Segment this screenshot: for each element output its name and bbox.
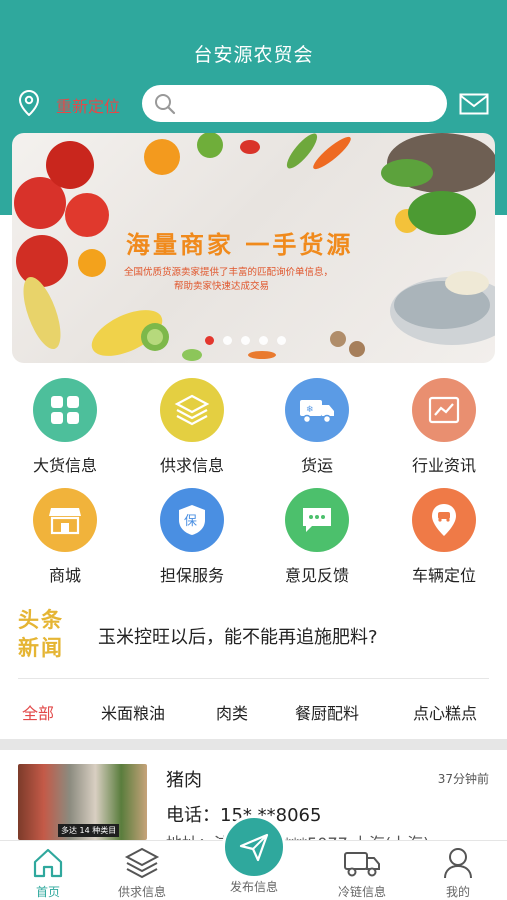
carousel-indicator bbox=[205, 336, 286, 345]
nav-supply-demand[interactable]: 供求信息 bbox=[97, 845, 187, 900]
divider bbox=[18, 678, 489, 679]
grid-item-freight[interactable]: ❄ 货运 bbox=[262, 378, 372, 476]
grid-label: 商城 bbox=[48, 566, 81, 585]
layers-icon bbox=[160, 378, 224, 442]
search-input[interactable] bbox=[142, 85, 447, 122]
grid-item-vehicle-location[interactable]: 车辆定位 bbox=[389, 488, 499, 586]
nav-cold-chain[interactable]: 冷链信息 bbox=[317, 845, 407, 900]
nav-label: 冷链信息 bbox=[337, 885, 386, 899]
shield-icon: 保 bbox=[160, 488, 224, 552]
thumbnail-caption: 多达 14 种类目 bbox=[58, 824, 120, 837]
search-icon bbox=[155, 94, 176, 115]
truck-icon bbox=[344, 852, 380, 877]
carousel-dot[interactable] bbox=[223, 336, 232, 345]
tab-meat[interactable]: 肉类 bbox=[216, 700, 248, 724]
grid-label: 车辆定位 bbox=[411, 566, 476, 585]
relocate-button[interactable]: 重新定位 bbox=[56, 93, 120, 117]
tab-pastries[interactable]: 点心糕点 bbox=[413, 700, 477, 724]
nav-label: 首页 bbox=[35, 885, 60, 899]
tab-grain-oil[interactable]: 米面粮油 bbox=[101, 700, 165, 724]
svg-text:❄: ❄ bbox=[306, 405, 314, 415]
publish-button[interactable] bbox=[222, 815, 286, 879]
headline-news-text[interactable]: 玉米控旺以后，能不能再追施肥料? bbox=[98, 623, 378, 649]
divider bbox=[0, 739, 507, 750]
layers-icon bbox=[124, 847, 160, 879]
chat-icon bbox=[285, 488, 349, 552]
news-badge-line: 新闻 bbox=[18, 636, 64, 660]
grid-item-industry-news[interactable]: 行业资讯 bbox=[389, 378, 499, 476]
listing-thumbnail: 多达 14 种类目 bbox=[18, 764, 147, 840]
send-icon bbox=[239, 833, 269, 862]
news-badge-line: 头条 bbox=[18, 608, 64, 632]
nav-label: 发布信息 bbox=[229, 880, 278, 894]
banner-headline: 海量商家 一手货源 bbox=[126, 231, 354, 259]
headline-news-badge: 头条 新闻 bbox=[18, 606, 78, 662]
carousel-dot[interactable] bbox=[277, 336, 286, 345]
grid-label: 大货信息 bbox=[32, 456, 97, 475]
nav-label: 供求信息 bbox=[117, 885, 166, 899]
grid-label: 行业资讯 bbox=[411, 456, 476, 475]
promo-banner[interactable]: 海量商家 一手货源 全国优质货源卖家提供了丰富的匹配询价单信息， 帮助卖家快速达… bbox=[12, 133, 495, 363]
car-pin-icon bbox=[412, 488, 476, 552]
grid-four-icon bbox=[33, 378, 97, 442]
grid-item-feedback[interactable]: 意见反馈 bbox=[262, 488, 372, 586]
svg-text:保: 保 bbox=[184, 514, 197, 529]
nav-home[interactable]: 首页 bbox=[3, 845, 93, 900]
home-icon bbox=[33, 848, 63, 878]
tab-all[interactable]: 全部 bbox=[22, 700, 54, 724]
carousel-dot[interactable] bbox=[241, 336, 250, 345]
grid-item-bulk-info[interactable]: 大货信息 bbox=[10, 378, 120, 476]
grid-label: 货运 bbox=[300, 456, 333, 475]
grid-label: 担保服务 bbox=[159, 566, 224, 585]
chart-icon bbox=[412, 378, 476, 442]
tab-kitchen-ingredients[interactable]: 餐厨配料 bbox=[295, 700, 359, 724]
listing-time: 37分钟前 bbox=[437, 772, 489, 786]
page-title: 台安源农贸会 bbox=[193, 44, 314, 66]
truck-icon: ❄ bbox=[285, 378, 349, 442]
banner-subtitle: 全国优质货源卖家提供了丰富的匹配询价单信息， bbox=[124, 267, 334, 278]
message-icon[interactable] bbox=[459, 93, 489, 115]
grid-item-mall[interactable]: 商城 bbox=[10, 488, 120, 586]
user-icon bbox=[444, 848, 472, 879]
grid-item-supply-demand[interactable]: 供求信息 bbox=[137, 378, 247, 476]
grid-label: 意见反馈 bbox=[284, 566, 349, 585]
carousel-dot[interactable] bbox=[205, 336, 214, 345]
nav-label: 我的 bbox=[445, 885, 470, 899]
listing-title: 猪肉 bbox=[166, 770, 202, 791]
nav-profile[interactable]: 我的 bbox=[413, 845, 503, 900]
grid-item-guarantee[interactable]: 保 担保服务 bbox=[137, 488, 247, 586]
grid-label: 供求信息 bbox=[159, 456, 224, 475]
banner-subtitle: 帮助卖家快速达成交易 bbox=[174, 281, 270, 292]
carousel-dot[interactable] bbox=[259, 336, 268, 345]
location-pin-icon[interactable] bbox=[18, 90, 40, 116]
shop-icon bbox=[33, 488, 97, 552]
category-tabs: 全部 米面粮油 肉类 餐厨配料 点心糕点 bbox=[0, 700, 507, 730]
